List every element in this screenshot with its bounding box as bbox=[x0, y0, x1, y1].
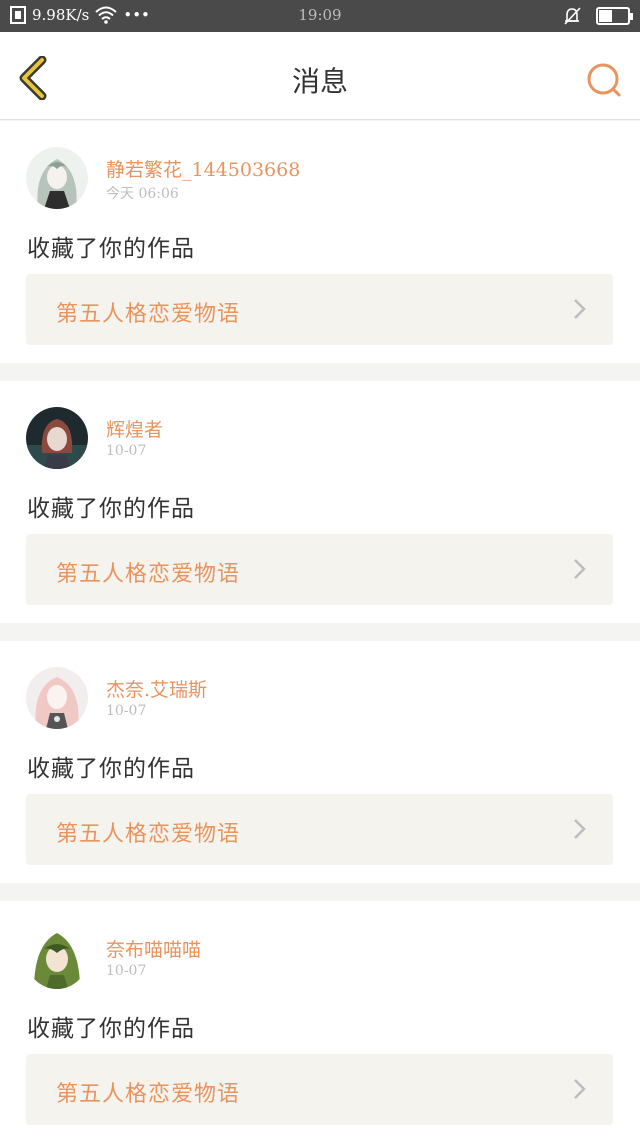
avatar[interactable] bbox=[26, 667, 88, 729]
avatar[interactable] bbox=[26, 407, 88, 469]
message-card[interactable]: 奈布喵喵喵 10-07 收藏了你的作品 第五人格恋爱物语 bbox=[0, 901, 640, 1138]
search-icon[interactable] bbox=[586, 62, 622, 98]
username[interactable]: 辉煌者 bbox=[106, 415, 163, 442]
work-title: 第五人格恋爱物语 bbox=[56, 1082, 241, 1107]
avatar[interactable] bbox=[26, 147, 88, 209]
chevron-right-icon bbox=[574, 1079, 586, 1099]
avatar-image bbox=[26, 407, 88, 469]
work-link[interactable]: 第五人格恋爱物语 bbox=[26, 274, 613, 345]
username[interactable]: 静若繁花_144503668 bbox=[106, 155, 300, 182]
message-card[interactable]: 杰奈.艾瑞斯 10-07 收藏了你的作品 第五人格恋爱物语 bbox=[0, 641, 640, 883]
work-link[interactable]: 第五人格恋爱物语 bbox=[26, 534, 613, 605]
message-time: 今天 06:06 bbox=[106, 186, 179, 202]
bell-muted-icon bbox=[564, 7, 581, 25]
status-right bbox=[562, 6, 633, 26]
clock: 19:09 bbox=[298, 6, 342, 24]
message-text: 收藏了你的作品 bbox=[27, 496, 195, 522]
chevron-right-icon bbox=[574, 559, 586, 579]
work-link[interactable]: 第五人格恋爱物语 bbox=[26, 794, 613, 865]
message-time: 10-07 bbox=[106, 703, 147, 719]
chevron-right-icon bbox=[574, 299, 586, 319]
page-title: 消息 bbox=[291, 65, 348, 98]
avatar[interactable] bbox=[26, 927, 88, 989]
username[interactable]: 杰奈.艾瑞斯 bbox=[106, 675, 207, 702]
work-title: 第五人格恋爱物语 bbox=[56, 562, 241, 587]
work-title: 第五人格恋爱物语 bbox=[56, 302, 241, 327]
avatar-image bbox=[26, 147, 88, 209]
message-card[interactable]: 静若繁花_144503668 今天 06:06 收藏了你的作品 第五人格恋爱物语 bbox=[0, 121, 640, 363]
work-title: 第五人格恋爱物语 bbox=[56, 822, 241, 847]
battery-icon bbox=[596, 7, 633, 25]
message-time: 10-07 bbox=[106, 963, 147, 979]
message-card[interactable]: 辉煌者 10-07 收藏了你的作品 第五人格恋爱物语 bbox=[0, 381, 640, 623]
avatar-image bbox=[26, 667, 88, 729]
status-bar: 9.98K/s ••• 19:09 bbox=[0, 0, 640, 32]
message-text: 收藏了你的作品 bbox=[27, 236, 195, 262]
username[interactable]: 奈布喵喵喵 bbox=[106, 935, 201, 962]
message-text: 收藏了你的作品 bbox=[27, 1016, 195, 1042]
app-header: 消息 bbox=[0, 32, 640, 120]
chevron-right-icon bbox=[574, 819, 586, 839]
work-link[interactable]: 第五人格恋爱物语 bbox=[26, 1054, 613, 1125]
message-time: 10-07 bbox=[106, 443, 147, 459]
avatar-image bbox=[26, 927, 88, 989]
battery-level bbox=[599, 10, 612, 22]
message-text: 收藏了你的作品 bbox=[27, 756, 195, 782]
